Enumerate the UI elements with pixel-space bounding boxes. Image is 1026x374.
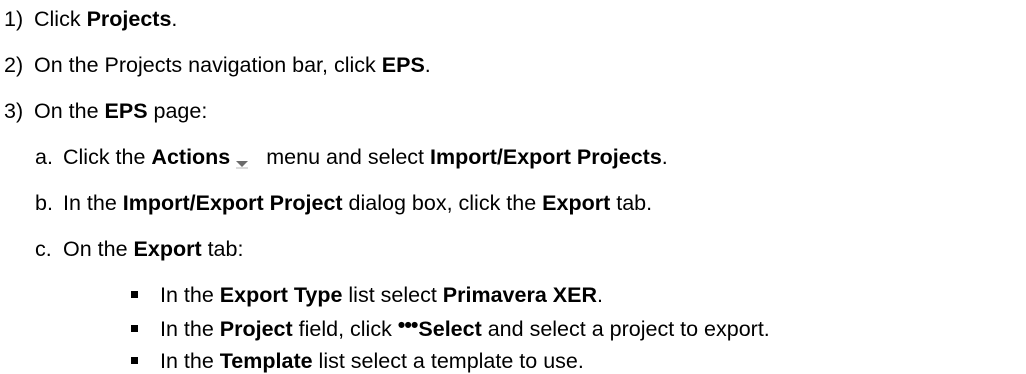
bullet-text: list select <box>342 283 443 307</box>
substep-text: . <box>661 145 668 169</box>
bullet-text: field, click <box>292 317 398 341</box>
bullet-bold: Select <box>418 317 482 341</box>
step-bold: Projects <box>86 7 172 31</box>
bullet-text: . <box>596 283 603 307</box>
substep-text: Click the <box>63 145 152 169</box>
dropdown-arrow-icon <box>232 150 252 169</box>
bullet-bold: Template <box>219 349 313 373</box>
substep-text: tab. <box>610 191 653 215</box>
ellipsis-icon: ••• <box>397 313 419 337</box>
bullet-bold: Export Type <box>219 283 343 307</box>
step-text: . <box>424 53 431 77</box>
substep-bold: Import/Export Projects <box>430 145 662 169</box>
bullet-bold: Project <box>219 317 293 341</box>
bullet-text: In the <box>160 349 220 373</box>
bullet-text: list select a template to use. <box>312 349 584 373</box>
substep-bold: Actions <box>151 145 231 169</box>
bullet-square-icon <box>131 291 138 298</box>
substep-text: On the <box>63 237 134 261</box>
step-text: On the Projects navigation bar, click <box>34 53 382 77</box>
substep-letter: a. <box>35 145 53 169</box>
substep-letter: c. <box>35 237 52 261</box>
step-bold: EPS <box>104 99 148 123</box>
step-number: 2) <box>4 53 24 77</box>
substep-bold: Import/Export Project <box>122 191 343 215</box>
substep-text: tab: <box>201 237 244 261</box>
bullet-bold: Primavera XER <box>442 283 597 307</box>
step-text: . <box>171 7 178 31</box>
bullet-text: and select a project to export. <box>481 317 770 341</box>
substep-bold: Export <box>133 237 202 261</box>
step-number: 1) <box>4 7 24 31</box>
substep-text: dialog box, click the <box>342 191 543 215</box>
step-text: On the <box>34 99 105 123</box>
bullet-square-icon <box>131 325 138 332</box>
bullet-square-icon <box>131 357 138 364</box>
step-text: page: <box>147 99 208 123</box>
step-text: Click <box>34 7 87 31</box>
bullet-text: In the <box>160 283 220 307</box>
substep-bold: Export <box>542 191 611 215</box>
step-bold: EPS <box>381 53 425 77</box>
bullet-text: In the <box>160 317 220 341</box>
step-number: 3) <box>4 99 24 123</box>
substep-text: menu and select <box>266 145 431 169</box>
substep-letter: b. <box>35 191 53 215</box>
substep-text: In the <box>63 191 123 215</box>
